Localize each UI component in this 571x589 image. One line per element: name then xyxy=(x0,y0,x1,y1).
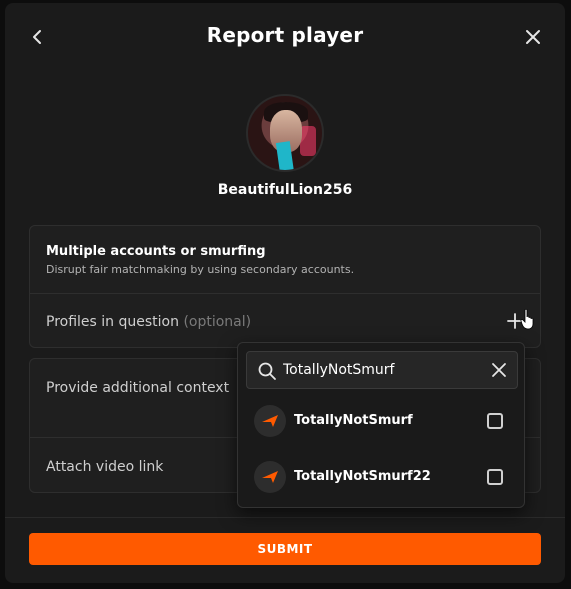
modal-header: Report player xyxy=(5,3,565,73)
optional-tag: (optional) xyxy=(183,314,252,330)
profiles-in-question-label: Profiles in question (optional) xyxy=(46,314,251,330)
submit-button[interactable]: SUBMIT xyxy=(29,533,541,565)
close-button[interactable] xyxy=(521,23,545,51)
search-input[interactable] xyxy=(283,352,483,388)
result-avatar xyxy=(254,461,286,493)
faceit-logo-icon xyxy=(262,415,278,427)
profiles-label: Profiles in question xyxy=(46,314,179,330)
footer-divider xyxy=(5,517,565,518)
reason-info: Multiple accounts or smurfing Disrupt fa… xyxy=(46,244,354,276)
video-link-field[interactable]: Attach video link xyxy=(46,459,163,475)
profile-search-dropdown: TotallyNotSmurf TotallyNotSmurf22 xyxy=(237,342,525,508)
reason-title: Multiple accounts or smurfing xyxy=(46,244,266,259)
search-box xyxy=(246,351,518,389)
page-title: Report player xyxy=(206,23,364,47)
result-checkbox[interactable] xyxy=(487,469,503,485)
result-avatar xyxy=(254,405,286,437)
hand-cursor-icon xyxy=(520,308,534,330)
additional-context-field[interactable]: Provide additional context xyxy=(46,380,229,396)
player-username: BeautifulLion256 xyxy=(217,182,353,198)
search-icon xyxy=(258,362,276,380)
reason-description: Disrupt fair matchmaking by using second… xyxy=(46,263,355,276)
clear-search-icon[interactable] xyxy=(491,362,507,378)
result-name: TotallyNotSmurf xyxy=(294,413,413,428)
close-icon xyxy=(526,30,540,44)
search-result-item[interactable]: TotallyNotSmurf22 xyxy=(246,455,518,499)
divider xyxy=(30,293,540,294)
result-checkbox[interactable] xyxy=(487,413,503,429)
player-avatar xyxy=(246,94,324,172)
faceit-logo-icon xyxy=(262,471,278,483)
search-result-item[interactable]: TotallyNotSmurf xyxy=(246,399,518,443)
reason-card: Multiple accounts or smurfing Disrupt fa… xyxy=(29,225,541,348)
result-name: TotallyNotSmurf22 xyxy=(294,469,431,484)
